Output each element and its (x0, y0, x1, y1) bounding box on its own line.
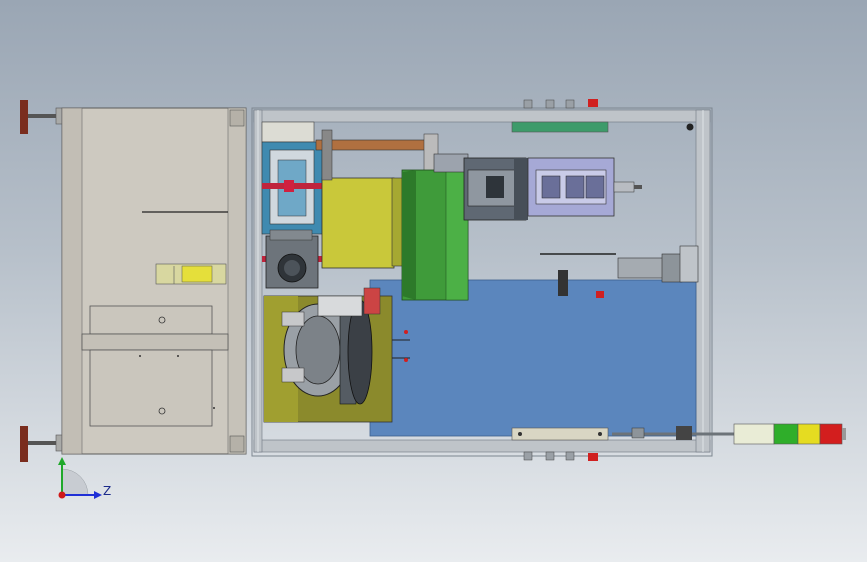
machine-model[interactable] (0, 0, 867, 562)
access-panel (89, 305, 213, 335)
tower-light-red (819, 423, 843, 445)
z-axis-label: Z (103, 484, 112, 498)
tower-light-green (773, 423, 799, 445)
left-enclosure (20, 100, 247, 462)
foot-bottom-left (20, 426, 28, 462)
origin-icon (58, 491, 66, 499)
triad-arc (61, 468, 89, 496)
cad-viewport[interactable]: Z (0, 0, 867, 562)
base-plate (369, 279, 697, 437)
cylinder-station (463, 157, 699, 296)
tower-light-yellow (797, 423, 821, 445)
tower-light-white (733, 423, 775, 445)
feeder-block (321, 177, 395, 269)
foot-top-left (20, 100, 28, 134)
